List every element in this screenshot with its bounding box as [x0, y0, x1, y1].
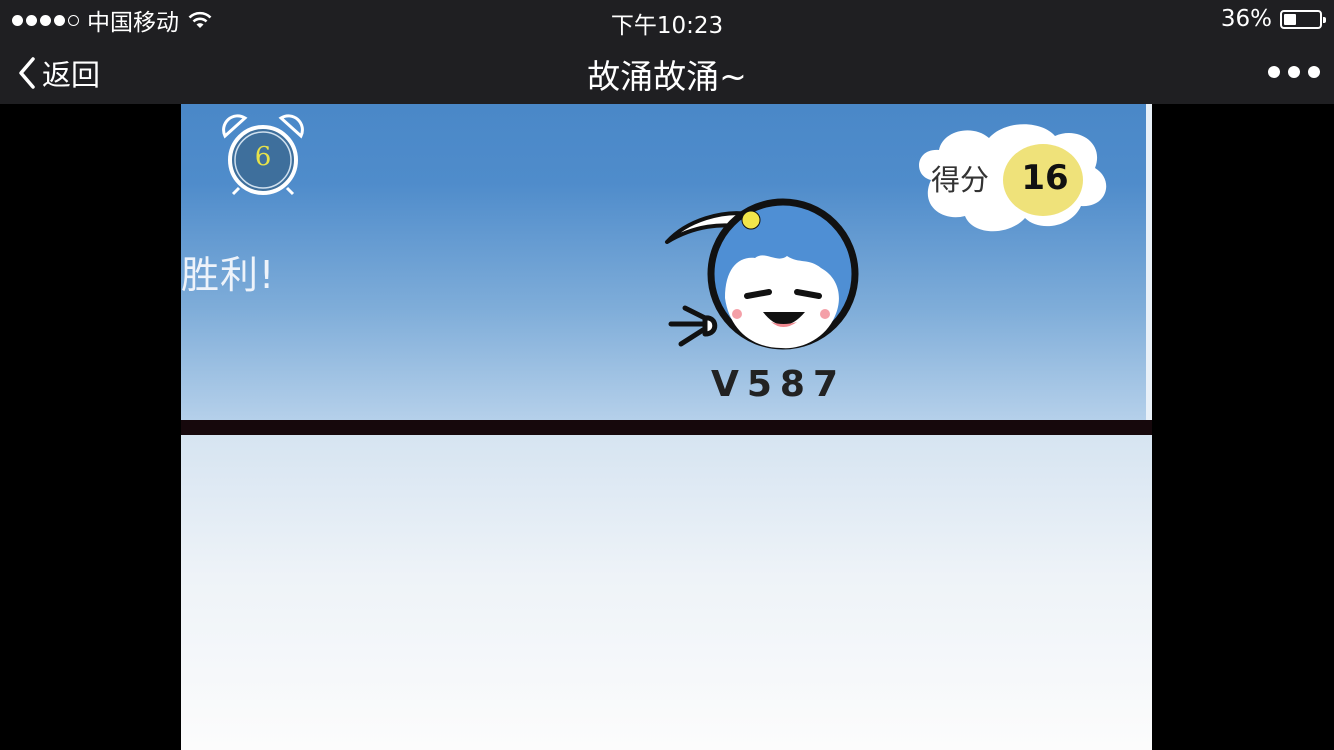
- character-avatar: [665, 198, 859, 350]
- score-value: 16: [1021, 158, 1069, 198]
- timer: 6: [219, 112, 307, 200]
- battery-level: [1284, 13, 1296, 25]
- game-canvas[interactable]: 6 胜利! 得分 16 V587: [181, 104, 1152, 750]
- result-text: 胜利!: [181, 253, 276, 297]
- status-time: 下午10:23: [610, 13, 724, 39]
- sky-edge: [1146, 104, 1152, 420]
- more-dot-icon: [1268, 66, 1280, 78]
- ground-line: [181, 420, 1152, 435]
- more-options-button[interactable]: [1268, 60, 1320, 84]
- more-dot-icon: [1288, 66, 1300, 78]
- game-lower-area[interactable]: [181, 435, 1152, 750]
- battery-icon: [1280, 9, 1326, 29]
- score-label: 得分: [931, 163, 990, 197]
- timer-value: 6: [254, 142, 272, 172]
- nav-bar: 返回 故涌故涌~: [0, 40, 1334, 104]
- page-title: 故涌故涌~: [587, 57, 747, 96]
- battery-percent: 36%: [1220, 6, 1272, 32]
- character-name: V587: [711, 364, 847, 405]
- status-right: 36%: [1220, 6, 1326, 32]
- status-bar: 中国移动 下午10:23 36%: [0, 0, 1334, 40]
- more-dot-icon: [1308, 66, 1320, 78]
